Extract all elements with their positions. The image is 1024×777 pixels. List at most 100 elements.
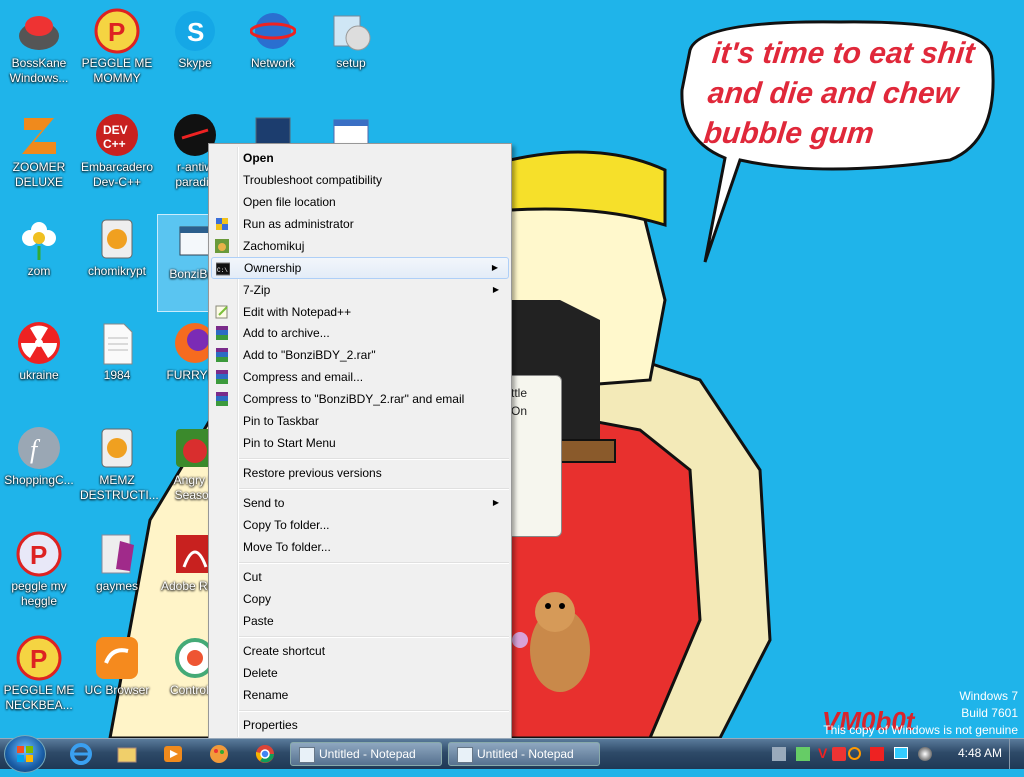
- menu-item-open[interactable]: Open: [211, 147, 509, 169]
- menu-item-label: 7-Zip: [243, 283, 271, 297]
- menu-item-compress-rar-email[interactable]: Compress to "BonziBDY_2.rar" and email: [211, 388, 509, 410]
- desktop-icon-peggle-me-mommy[interactable]: P PEGGLE ME MOMMY: [80, 4, 154, 100]
- menu-item-cut[interactable]: Cut: [211, 566, 509, 588]
- menu-item-label: Delete: [243, 666, 278, 680]
- windows-build-line: Build 7601: [961, 706, 1018, 720]
- network-icon: [249, 8, 297, 54]
- menu-item-label: Properties: [243, 718, 298, 732]
- desktop-icon-label: chomikrypt: [87, 264, 146, 278]
- taskbar-clock[interactable]: 4:48 AM: [958, 746, 1002, 760]
- desktop-icon-zoomer[interactable]: ZOOMER DELUXE: [2, 108, 76, 204]
- av-tray-icon[interactable]: [832, 747, 846, 761]
- menu-item-run-as-admin[interactable]: Run as administrator: [211, 213, 509, 235]
- desktop-icon-bosskane[interactable]: BossKane Windows...: [2, 4, 76, 100]
- desktop-icon-label: ShoppingC...: [4, 473, 74, 487]
- desktop-icon-1984[interactable]: 1984: [80, 316, 154, 412]
- desktop-icon-setup[interactable]: setup: [314, 4, 388, 100]
- desktop-icon-peggle-neckbeard[interactable]: P PEGGLE ME NECKBEA...: [2, 631, 76, 727]
- menu-item-rename[interactable]: Rename: [211, 684, 509, 706]
- menu-item-label: Compress and email...: [243, 370, 364, 384]
- chomikuj-icon: [215, 239, 229, 253]
- flash-icon: f: [16, 425, 62, 471]
- peggle-icon: P: [16, 531, 62, 577]
- explorer-folder-icon[interactable]: [114, 742, 140, 766]
- desktop-icon-label: gaymes: [95, 579, 139, 593]
- desktop-icon-ukraine[interactable]: ukraine: [2, 316, 76, 412]
- svg-text:P: P: [30, 644, 47, 674]
- chrome-icon[interactable]: [252, 742, 278, 766]
- desktop-icon-label: UC Browser: [84, 683, 150, 697]
- show-desktop-button[interactable]: [1009, 739, 1024, 769]
- desktop-icon-label: zom: [27, 264, 51, 278]
- svg-text:C:\: C:\: [217, 267, 228, 274]
- menu-item-paste[interactable]: Paste: [211, 610, 509, 632]
- menu-item-label: Rename: [243, 688, 289, 702]
- taskbar-window-label: Untitled - Notepad: [477, 747, 574, 761]
- paint-icon[interactable]: [206, 742, 232, 766]
- menu-item-open-file-location[interactable]: Open file location: [211, 191, 509, 213]
- menu-item-label: Create shortcut: [243, 644, 326, 658]
- desktop-icon-devcpp[interactable]: DEV C++ Embarcadero Dev-C++: [80, 108, 154, 204]
- internet-explorer-icon[interactable]: [68, 742, 94, 766]
- notepadpp-icon: [215, 305, 228, 319]
- shield-icon: [216, 218, 228, 230]
- menu-item-delete[interactable]: Delete: [211, 662, 509, 684]
- menu-item-restore-versions[interactable]: Restore previous versions: [211, 462, 509, 484]
- menu-item-label: Paste: [243, 614, 274, 628]
- menu-item-move-to-folder[interactable]: Move To folder...: [211, 536, 509, 558]
- media-player-icon[interactable]: [160, 742, 186, 766]
- notepad-icon: [299, 747, 315, 763]
- monitor-tray-icon[interactable]: [894, 747, 908, 759]
- menu-item-label: Restore previous versions: [243, 466, 382, 480]
- desktop-icon-shopping[interactable]: f ShoppingC...: [2, 421, 76, 517]
- taskbar-notepad-window[interactable]: Untitled - Notepad: [448, 742, 600, 766]
- menu-item-7zip[interactable]: 7-Zip ▶: [211, 279, 509, 301]
- menu-item-zachomikuj[interactable]: Zachomikuj: [211, 235, 509, 257]
- menu-item-add-to-rar[interactable]: Add to "BonziBDY_2.rar": [211, 344, 509, 366]
- menu-item-troubleshoot[interactable]: Troubleshoot compatibility: [211, 169, 509, 191]
- desktop-icon-network[interactable]: Network: [236, 4, 310, 100]
- desktop-icon-chomikrypt[interactable]: chomikrypt: [80, 212, 154, 308]
- desktop-icon-label: setup: [336, 56, 366, 70]
- menu-item-edit-notepadpp[interactable]: Edit with Notepad++: [211, 301, 509, 323]
- menu-item-compress-email[interactable]: Compress and email...: [211, 366, 509, 388]
- menu-item-send-to[interactable]: Send to ▶: [211, 492, 509, 514]
- menu-item-properties[interactable]: Properties: [211, 714, 509, 736]
- menu-item-create-shortcut[interactable]: Create shortcut: [211, 640, 509, 662]
- desktop-icon-label: ukraine: [19, 368, 59, 382]
- search-tray-icon[interactable]: [848, 747, 861, 760]
- submenu-arrow-icon: ▶: [492, 285, 499, 294]
- desktop-icon-zom[interactable]: zom: [2, 212, 76, 308]
- zoomer-icon: [16, 112, 62, 158]
- menu-item-copy[interactable]: Copy: [211, 588, 509, 610]
- desktop-icon-label: 1984: [103, 368, 131, 382]
- desktop-icon-label: PEGGLE ME MOMMY: [81, 56, 153, 85]
- menu-item-copy-to-folder[interactable]: Copy To folder...: [211, 514, 509, 536]
- menu-item-pin-taskbar[interactable]: Pin to Taskbar: [211, 410, 509, 432]
- v-tray-icon[interactable]: V: [818, 746, 832, 760]
- volume-tray-icon[interactable]: [918, 747, 932, 761]
- desktop-icon-memz[interactable]: MEMZ DESTRUCTI...: [80, 421, 159, 517]
- recycle-tray-icon[interactable]: [796, 747, 810, 761]
- menu-separator: [239, 488, 509, 490]
- desktop-icon-peggle-my-heggle[interactable]: P peggle my heggle: [2, 527, 76, 623]
- flag-tray-icon[interactable]: [870, 747, 884, 761]
- start-button[interactable]: [4, 735, 46, 773]
- taskbar: Untitled - Notepad Untitled - Notepad V …: [0, 735, 1024, 773]
- taskbar-notepad-window[interactable]: Untitled - Notepad: [290, 742, 442, 766]
- desktop-icon-gaymes[interactable]: gaymes: [80, 527, 154, 623]
- games-folder-icon: [94, 531, 140, 577]
- desktop-icon-uc-browser[interactable]: UC Browser: [80, 631, 154, 727]
- svg-text:P: P: [108, 17, 125, 47]
- menu-item-ownership[interactable]: C:\ Ownership ▶: [211, 257, 509, 279]
- desktop-icon-label: BossKane Windows...: [9, 56, 69, 85]
- memz-icon: [94, 425, 140, 471]
- menu-item-pin-start[interactable]: Pin to Start Menu: [211, 432, 509, 454]
- menu-item-add-to-archive[interactable]: Add to archive...: [211, 322, 509, 344]
- network-tray-icon[interactable]: [772, 747, 786, 761]
- submenu-arrow-icon: ▶: [491, 263, 498, 272]
- menu-separator: [239, 562, 509, 564]
- desktop-icon-skype[interactable]: S Skype: [158, 4, 232, 100]
- menu-item-label: Move To folder...: [243, 540, 331, 554]
- menu-item-label: Send to: [243, 496, 285, 510]
